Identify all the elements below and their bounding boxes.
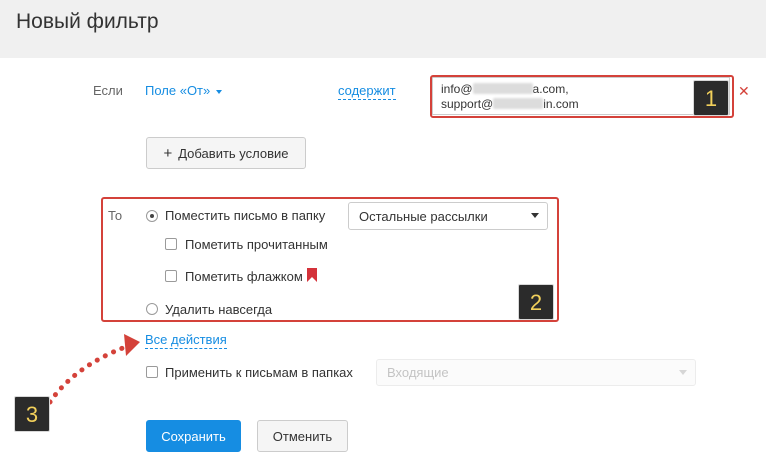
field-selector[interactable]: Поле «От» [145,83,223,98]
plus-icon: + [163,144,173,162]
folder-select-value: Остальные рассылки [359,208,488,224]
mark-flag-label: Пометить флажком [185,269,303,284]
chevron-down-icon [679,370,687,375]
mark-read-checkbox[interactable] [165,238,177,250]
annotation-frame-1 [430,75,734,118]
field-selector-label: Поле «От» [145,83,211,98]
move-to-folder-radio[interactable] [146,210,158,222]
cancel-button[interactable]: Отменить [257,420,348,452]
save-button[interactable]: Сохранить [146,420,241,452]
add-condition-button[interactable]: + Добавить условие [146,137,306,169]
chevron-down-icon [531,213,539,218]
delete-forever-label: Удалить навсегда [165,302,273,317]
annotation-arrow [47,334,140,405]
move-to-folder-label: Поместить письмо в папку [165,208,326,223]
apply-folder-placeholder: Входящие [387,365,449,380]
delete-forever-radio[interactable] [146,303,158,315]
annotation-badge-1: 1 [693,80,729,116]
mark-read-label: Пометить прочитанным [185,237,328,252]
annotation-badge-3: 3 [14,396,50,432]
apply-to-folders-label: Применить к письмам в папках [165,365,353,380]
mark-flag-checkbox[interactable] [165,270,177,282]
close-icon[interactable]: ✕ [738,84,750,98]
chevron-down-icon [216,89,223,94]
operator-label: содержит [338,83,396,100]
operator-selector[interactable]: содержит [338,83,396,100]
if-label: Если [93,83,123,98]
bookmark-flag-icon [307,268,317,282]
annotation-badge-2: 2 [518,284,554,320]
then-label: То [108,208,123,223]
folder-select[interactable]: Остальные рассылки [348,202,548,230]
apply-to-folders-checkbox[interactable] [146,366,158,378]
page-title: Новый фильтр [16,10,159,33]
apply-folder-select: Входящие [376,359,696,386]
all-actions-link[interactable]: Все действия [145,332,227,349]
